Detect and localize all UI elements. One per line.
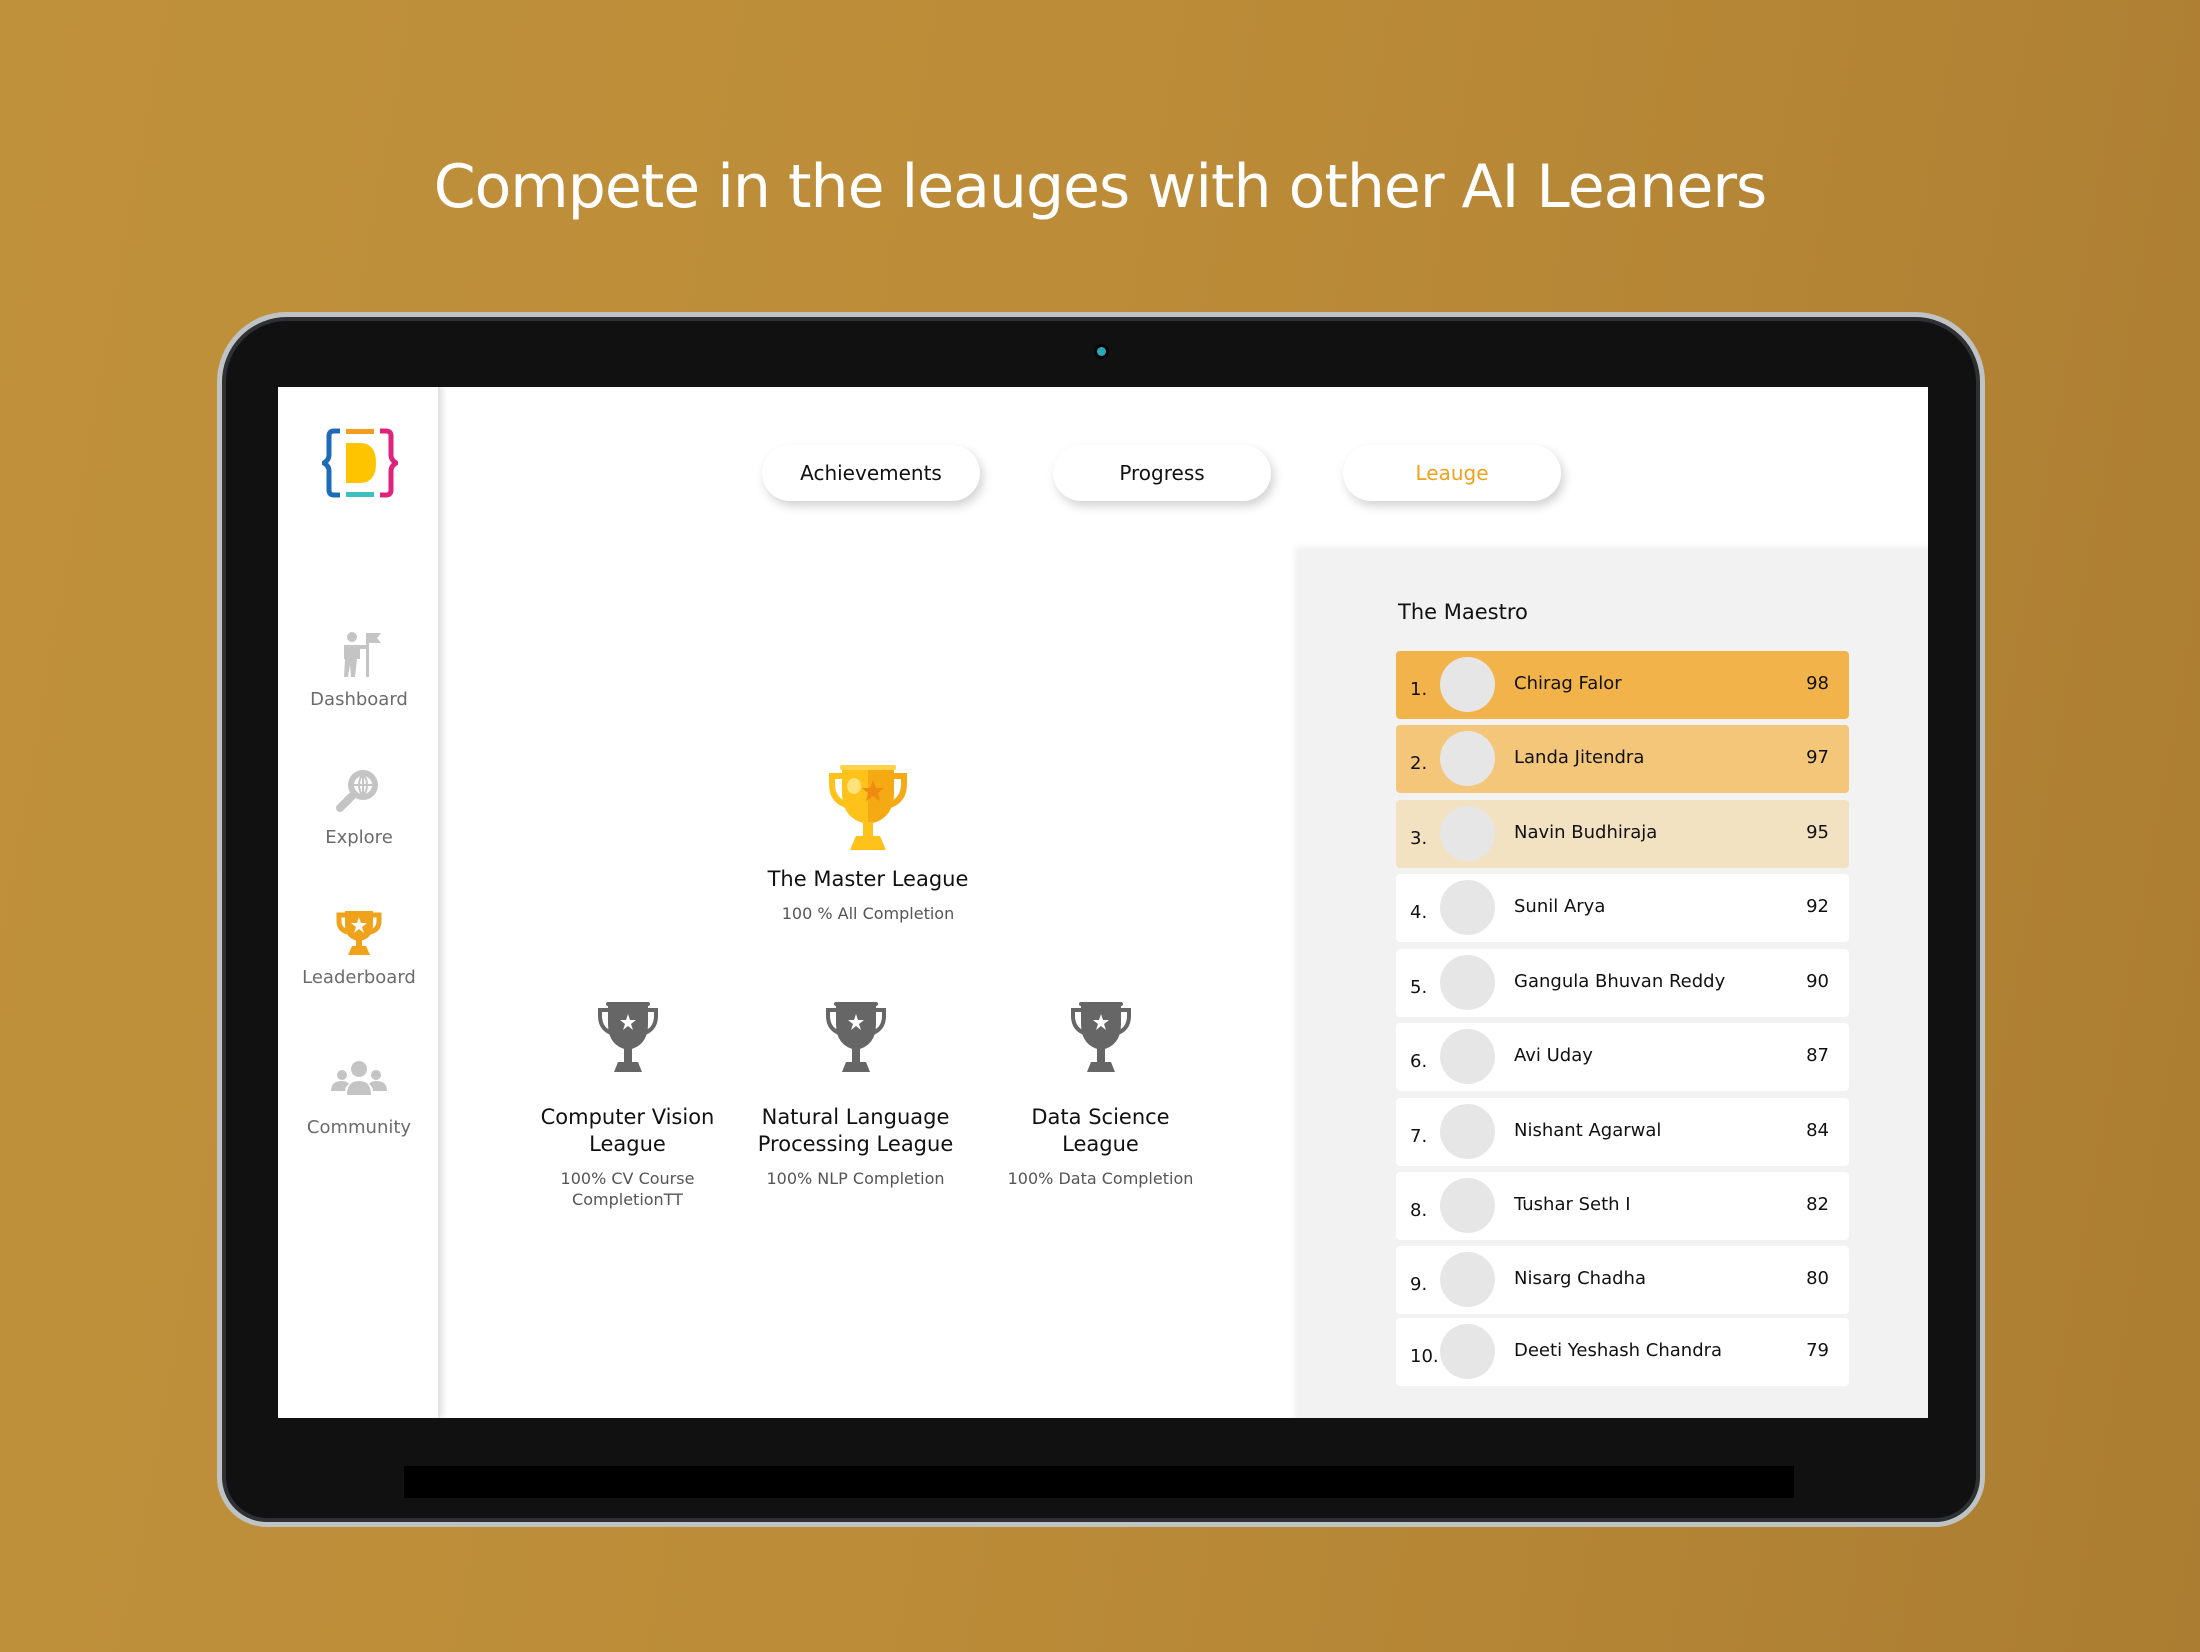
gray-trophy-icon [1070, 1002, 1131, 1072]
avatar[interactable] [1440, 1104, 1495, 1159]
league-title-line2: Processing League [757, 1132, 954, 1156]
master-league-card[interactable]: The Master League 100 % All Completion [718, 762, 1018, 924]
sidebar-item-label: Explore [325, 827, 393, 848]
rank-number: 5. [1410, 977, 1428, 998]
app-screen: Dashboard Explore Leaderboard Community … [278, 387, 1928, 1418]
sidebar-item-label: Leaderboard [302, 967, 416, 988]
nlp-league-card[interactable]: Natural Language Processing League 100% … [748, 1000, 963, 1189]
rank-number: 2. [1410, 753, 1428, 774]
user-name[interactable]: Sunil Arya [1514, 896, 1605, 917]
gray-trophy-icon [597, 1002, 658, 1072]
leaderboard-row[interactable]: 4. Sunil Arya 92 [1396, 874, 1849, 942]
sidebar-item-label: Dashboard [310, 689, 408, 710]
tab-leauge[interactable]: Leauge [1343, 445, 1561, 501]
rank-number: 10. [1410, 1346, 1439, 1367]
rank-number: 6. [1410, 1051, 1428, 1072]
avatar[interactable] [1440, 1029, 1495, 1084]
avatar[interactable] [1440, 657, 1495, 712]
user-name[interactable]: Deeti Yeshash Chandra [1514, 1340, 1722, 1361]
avatar[interactable] [1440, 880, 1495, 935]
league-subtitle-line1: 100% CV Course [560, 1169, 695, 1188]
avatar[interactable] [1440, 1178, 1495, 1233]
rank-number: 7. [1410, 1126, 1428, 1147]
sidebar-item-label: Community [306, 1117, 412, 1138]
avatar[interactable] [1440, 1324, 1495, 1379]
webcam-dot [1097, 347, 1106, 356]
leaderboard-row[interactable]: 5. Gangula Bhuvan Reddy 90 [1396, 949, 1849, 1017]
league-title-line2: League [1062, 1132, 1139, 1156]
leaderboard-title: The Maestro [1398, 600, 1528, 624]
avatar[interactable] [1440, 731, 1495, 786]
ds-league-card[interactable]: Data Science League 100% Data Completion [993, 1000, 1208, 1189]
user-name[interactable]: Tushar Seth I [1514, 1194, 1631, 1215]
leaderboard-row[interactable]: 1. Chirag Falor 98 [1396, 651, 1849, 719]
leaderboard-row[interactable]: 2. Landa Jitendra 97 [1396, 725, 1849, 793]
user-name[interactable]: Nishant Agarwal [1514, 1120, 1661, 1141]
league-subtitle-line2: CompletionTT [572, 1190, 683, 1209]
user-score: 97 [1806, 747, 1829, 768]
league-title-line2: League [589, 1132, 666, 1156]
user-score: 82 [1806, 1194, 1829, 1215]
league-subtitle: 100 % All Completion [781, 904, 955, 923]
leaderboard-row[interactable]: 7. Nishant Agarwal 84 [1396, 1098, 1849, 1166]
user-score: 92 [1806, 896, 1829, 917]
user-score: 98 [1806, 673, 1829, 694]
user-name[interactable]: Avi Uday [1514, 1045, 1593, 1066]
rank-number: 9. [1410, 1274, 1428, 1295]
user-score: 79 [1806, 1340, 1829, 1361]
league-title-line1: Natural Language [761, 1105, 950, 1129]
hiker-flag-icon [344, 632, 381, 677]
leaderboard-row[interactable]: 10. Deeti Yeshash Chandra 79 [1396, 1318, 1849, 1386]
laptop-hinge [404, 1466, 1794, 1498]
leaderboard-panel: The Maestro 1. Chirag Falor 98 2. Landa Jite… [1298, 550, 1928, 1418]
user-score: 95 [1806, 822, 1829, 843]
trophy-icon [336, 911, 382, 955]
page-headline: Compete in the leauges with other AI Lea… [433, 152, 1768, 222]
rank-number: 3. [1410, 828, 1428, 849]
user-name[interactable]: Gangula Bhuvan Reddy [1514, 971, 1725, 992]
rank-number: 4. [1410, 902, 1428, 923]
user-name[interactable]: Nisarg Chadha [1514, 1268, 1646, 1289]
sidebar-item-community[interactable]: Community [278, 1055, 440, 1138]
user-name[interactable]: Navin Budhiraja [1514, 822, 1657, 843]
league-subtitle-line1: 100% NLP Completion [766, 1169, 945, 1188]
cv-league-card[interactable]: Computer Vision League 100% CV Course Co… [530, 1000, 725, 1210]
user-name[interactable]: Landa Jitendra [1514, 747, 1644, 768]
sidebar-item-dashboard[interactable]: Dashboard [278, 627, 440, 710]
leaderboard-row[interactable]: 8. Tushar Seth I 82 [1396, 1172, 1849, 1240]
avatar[interactable] [1440, 955, 1495, 1010]
avatar[interactable] [1440, 806, 1495, 861]
tab-achievements[interactable]: Achievements [762, 445, 980, 501]
group-icon [331, 1061, 387, 1095]
league-title-line1: Computer Vision [540, 1105, 715, 1129]
user-name[interactable]: Chirag Falor [1514, 673, 1622, 694]
rank-number: 8. [1410, 1200, 1428, 1221]
magnifier-globe-icon [336, 770, 378, 812]
user-score: 87 [1806, 1045, 1829, 1066]
user-score: 80 [1806, 1268, 1829, 1289]
sidebar-item-leaderboard[interactable]: Leaderboard [278, 905, 440, 988]
user-score: 84 [1806, 1120, 1829, 1141]
tab-progress[interactable]: Progress [1053, 445, 1271, 501]
league-subtitle-line1: 100% Data Completion [1007, 1169, 1194, 1188]
avatar[interactable] [1440, 1252, 1495, 1307]
sidebar: Dashboard Explore Leaderboard Community [278, 387, 440, 1418]
dphi-logo[interactable] [322, 427, 398, 499]
sidebar-item-explore[interactable]: Explore [278, 765, 440, 848]
user-score: 90 [1806, 971, 1829, 992]
leaderboard-row[interactable]: 3. Navin Budhiraja 95 [1396, 800, 1849, 868]
leaderboard-row[interactable]: 9. Nisarg Chadha 80 [1396, 1246, 1849, 1314]
gold-trophy-icon [829, 765, 907, 850]
gray-trophy-icon [825, 1002, 886, 1072]
leaderboard-row[interactable]: 6. Avi Uday 87 [1396, 1023, 1849, 1091]
league-title: The Master League [767, 867, 969, 891]
rank-number: 1. [1410, 679, 1428, 700]
league-title-line1: Data Science [1031, 1105, 1170, 1129]
